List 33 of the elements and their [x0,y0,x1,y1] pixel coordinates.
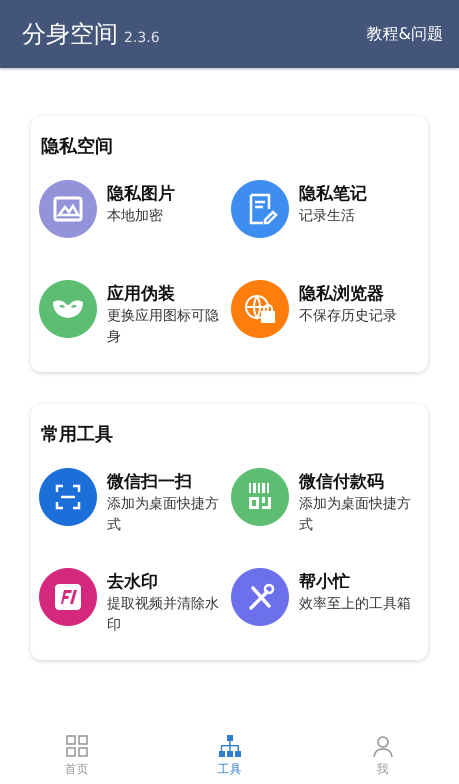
feature-title[interactable]: 微信付款码 [299,470,423,494]
nav-tab[interactable]: 工具 [153,714,306,778]
feature-description: 添加为桌面快捷方式 [299,495,412,535]
feature-description: 提取视频并清除水印 [107,595,220,635]
hierarchy-icon [218,734,242,758]
feature-title[interactable]: 帮小忙 [299,570,423,594]
feature-icon[interactable] [39,180,97,238]
feature-icon[interactable] [231,280,289,338]
feature-icon[interactable] [39,280,97,338]
feature-description: 本地加密 [107,207,164,226]
feature-icon[interactable] [39,568,97,626]
person-icon [370,734,394,758]
version-label: 2.3.6 [124,30,160,46]
section-title: 常用工具 [41,423,114,446]
feature-description: 更换应用图标可隐身 [107,307,220,347]
app-title: 分身空间 [22,19,118,50]
grid-icon [64,734,88,758]
feature-description: 不保存历史记录 [299,307,398,326]
feature-icon[interactable] [39,468,97,526]
feature-title[interactable]: 隐私浏览器 [299,282,423,306]
feature-title[interactable]: 微信扫一扫 [107,470,231,494]
help-link[interactable]: 教程&问题 [366,24,443,44]
feature-title[interactable]: 隐私图片 [107,182,231,206]
feature-title[interactable]: 去水印 [107,570,231,594]
section-title: 隐私空间 [41,135,114,158]
feature-description: 记录生活 [299,207,356,226]
feature-icon[interactable] [231,180,289,238]
feature-title[interactable]: 应用伪装 [107,282,231,306]
feature-icon[interactable] [231,468,289,526]
feature-icon[interactable] [231,568,289,626]
feature-description: 效率至上的工具箱 [299,595,412,614]
feature-description: 添加为桌面快捷方式 [107,495,220,535]
feature-title[interactable]: 隐私笔记 [299,182,423,206]
